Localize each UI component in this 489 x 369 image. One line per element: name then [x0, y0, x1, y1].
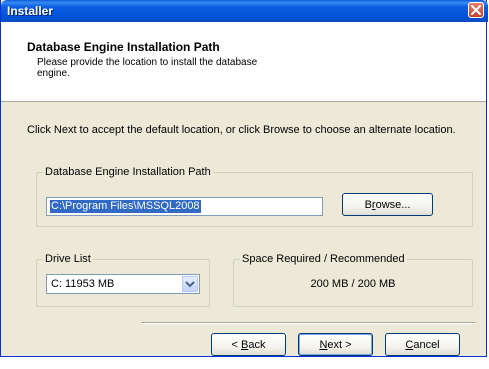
space-required-group: Space Required / Recommended 200 MB / 20… [233, 253, 473, 307]
installer-window: Installer Database Engine Installation P… [0, 0, 488, 357]
drive-list-select[interactable]: C: 11953 MB [46, 274, 200, 294]
install-path-legend: Database Engine Installation Path [43, 166, 213, 179]
next-label: Next > [319, 338, 352, 351]
install-path-value: C:\Program Files\MSSQL2008 [50, 200, 201, 213]
browse-button[interactable]: Browse... [342, 193, 433, 216]
drive-list-legend: Drive List [43, 253, 93, 266]
chevron-down-icon [185, 281, 195, 288]
space-required-legend: Space Required / Recommended [240, 253, 407, 266]
next-button[interactable]: Next > [298, 333, 373, 356]
drive-list-dropdown-button[interactable] [182, 276, 198, 292]
title-bar[interactable]: Installer [1, 0, 488, 22]
footer-separator [141, 322, 476, 324]
cancel-button[interactable]: Cancel [385, 333, 460, 356]
drive-list-value: C: 11953 MB [51, 278, 115, 290]
window-title: Installer [7, 4, 54, 18]
space-required-value: 200 MB / 200 MB [310, 278, 396, 290]
back-label: < Back [231, 338, 266, 351]
page-subtitle: Please provide the location to install t… [37, 57, 258, 79]
browse-label: Browse... [364, 198, 411, 211]
instruction-text: Click Next to accept the default locatio… [27, 124, 456, 136]
header-panel: Database Engine Installation Path Please… [1, 22, 486, 102]
page-title: Database Engine Installation Path [27, 40, 220, 54]
close-icon [471, 5, 481, 15]
cancel-label: Cancel [405, 338, 440, 351]
close-button[interactable] [468, 2, 484, 18]
back-button[interactable]: < Back [211, 333, 286, 356]
install-path-input[interactable]: C:\Program Files\MSSQL2008 [46, 197, 323, 216]
